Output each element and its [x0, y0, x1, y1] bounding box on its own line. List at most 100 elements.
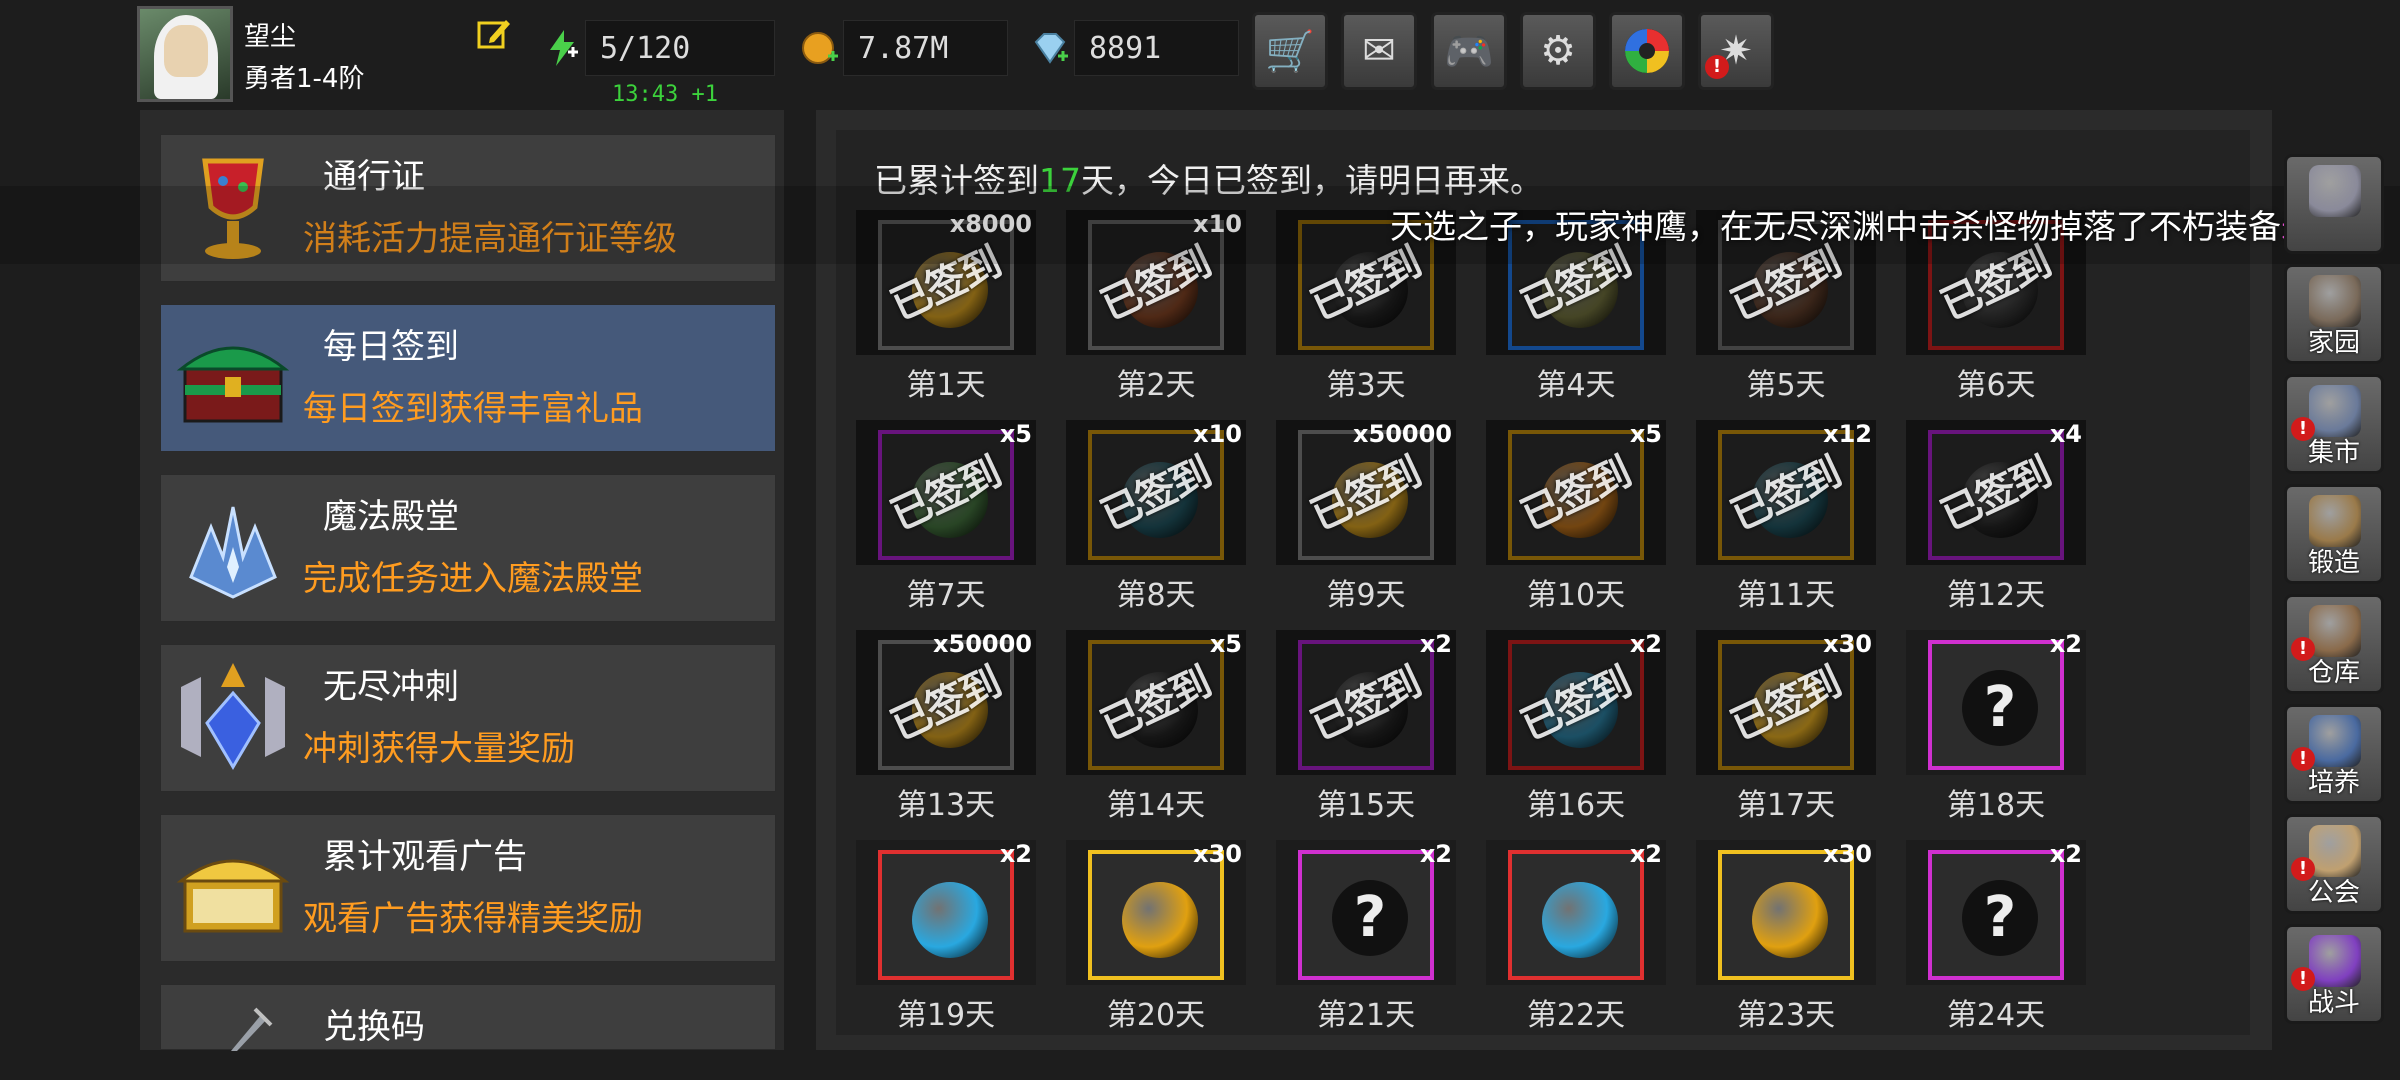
- gamepad-icon: 🎮: [1444, 28, 1494, 75]
- sidebar-button-锻造[interactable]: 锻造: [2284, 484, 2384, 584]
- reward-quantity: x30: [1823, 630, 1872, 658]
- reward-quantity: x12: [1823, 420, 1872, 448]
- menu-title: 累计观看广告: [323, 837, 527, 877]
- reward-slot: x30: [1696, 840, 1876, 985]
- alert-badge: !: [2291, 967, 2315, 991]
- mystery-reward-icon: ?: [1332, 880, 1408, 956]
- color-wheel-button[interactable]: [1609, 12, 1685, 90]
- reward-item-icon: [1752, 882, 1828, 958]
- day-label: 第13天: [896, 788, 996, 823]
- color-wheel-icon: [1625, 29, 1669, 73]
- signin-day-cell[interactable]: 已签到 x4 第12天: [1906, 420, 2086, 615]
- shop-button[interactable]: 🛒: [1252, 12, 1328, 90]
- sidebar-button-profile[interactable]: [2284, 154, 2384, 254]
- reward-slot: ? x2: [1906, 840, 2086, 985]
- reward-quantity: x5: [999, 420, 1032, 448]
- reward-slot: 已签到 x50000: [856, 630, 1036, 775]
- menu-item-watch-ads[interactable]: 累计观看广告 观看广告获得精美奖励: [160, 814, 776, 962]
- reward-slot: 已签到 x5: [856, 420, 1036, 565]
- menu-item-daily-signin[interactable]: 每日签到 每日签到获得丰富礼品: [160, 304, 776, 452]
- signin-day-cell[interactable]: x30 第23天: [1696, 840, 1876, 1035]
- signin-day-cell[interactable]: ? x2 第24天: [1906, 840, 2086, 1035]
- reward-item-icon: [1542, 882, 1618, 958]
- signin-day-cell[interactable]: ? x2 第21天: [1276, 840, 1456, 1035]
- day-label: 第9天: [1326, 578, 1406, 613]
- broadcast-marquee: 天选之子，玩家神鹰，在无尽深渊中击杀怪物掉落了不朽装备永: [1390, 207, 2314, 246]
- gold-chest-icon: [176, 859, 290, 933]
- day-label: 第14天: [1106, 788, 1206, 823]
- reward-slot: ? x2: [1906, 630, 2086, 775]
- reward-quantity: x2: [999, 840, 1032, 868]
- signin-day-cell[interactable]: x2 第22天: [1486, 840, 1666, 1035]
- reward-quantity: x50000: [933, 630, 1032, 658]
- signin-day-cell[interactable]: 已签到 x5 第14天: [1066, 630, 1246, 825]
- castle-icon: [2309, 275, 2361, 327]
- crystal-shield-icon: [181, 663, 285, 770]
- reward-frame: ?: [1928, 640, 2064, 770]
- reward-slot: x2: [856, 840, 1036, 985]
- day-label: 第12天: [1946, 578, 2046, 613]
- reward-slot: 已签到 x2: [1276, 630, 1456, 775]
- settings-button[interactable]: ⚙: [1520, 12, 1596, 90]
- sidebar-label: 家园: [2307, 328, 2360, 358]
- signin-day-cell[interactable]: 已签到 x5 第10天: [1486, 420, 1666, 615]
- guild-icon: [2309, 825, 2361, 877]
- signin-day-cell[interactable]: ? x2 第18天: [1906, 630, 2086, 825]
- sidebar-button-仓库[interactable]: 仓库!: [2284, 594, 2384, 694]
- reward-slot: 已签到 x4: [1906, 420, 2086, 565]
- alert-badge: !: [2291, 857, 2315, 881]
- signin-day-cell[interactable]: 已签到 x10 第8天: [1066, 420, 1246, 615]
- day-label: 第10天: [1526, 578, 1626, 613]
- sidebar-button-培养[interactable]: 培养!: [2284, 704, 2384, 804]
- day-label: 第2天: [1116, 368, 1196, 403]
- day-label: 第20天: [1106, 998, 1206, 1033]
- edit-icon[interactable]: [476, 16, 512, 52]
- day-label: 第19天: [896, 998, 996, 1033]
- energy-value: 5/120: [585, 20, 775, 76]
- signin-day-cell[interactable]: 已签到 x50000 第13天: [856, 630, 1036, 825]
- day-label: 第15天: [1316, 788, 1416, 823]
- sidebar-label: 锻造: [2307, 548, 2360, 578]
- reward-slot: x30: [1066, 840, 1246, 985]
- firework-button[interactable]: ✷ !: [1698, 12, 1774, 90]
- reward-slot: 已签到 x30: [1696, 630, 1876, 775]
- portal-icon: [2309, 935, 2361, 987]
- sidebar-button-家园[interactable]: 家园: [2284, 264, 2384, 364]
- day-label: 第4天: [1536, 368, 1616, 403]
- reward-slot: 已签到 x10: [1066, 420, 1246, 565]
- alert-badge: !: [2291, 417, 2315, 441]
- reward-quantity: x2: [1629, 840, 1662, 868]
- menu-desc: 冲刺获得大量奖励: [303, 729, 575, 769]
- market-icon: [2309, 385, 2361, 437]
- reward-frame: ?: [1928, 850, 2064, 980]
- day-label: 第11天: [1736, 578, 1836, 613]
- menu-title: 魔法殿堂: [323, 497, 459, 537]
- menu-item-endless-sprint[interactable]: 无尽冲刺 冲刺获得大量奖励: [160, 644, 776, 792]
- signin-day-cell[interactable]: 已签到 x30 第17天: [1696, 630, 1876, 825]
- menu-item-redeem-code[interactable]: 兑换码: [160, 984, 776, 1051]
- sidebar-button-公会[interactable]: 公会!: [2284, 814, 2384, 914]
- signin-day-cell[interactable]: x2 第19天: [856, 840, 1036, 1035]
- sidebar-button-集市[interactable]: 集市!: [2284, 374, 2384, 474]
- gamepad-button[interactable]: 🎮: [1431, 12, 1507, 90]
- mail-button[interactable]: ✉: [1341, 12, 1417, 90]
- reward-quantity: x2: [2049, 630, 2082, 658]
- signin-day-cell[interactable]: 已签到 x2 第15天: [1276, 630, 1456, 825]
- reward-quantity: x30: [1193, 840, 1242, 868]
- signin-day-cell[interactable]: 已签到 x12 第11天: [1696, 420, 1876, 615]
- reward-quantity: x5: [1629, 420, 1662, 448]
- signin-day-cell[interactable]: 已签到 x2 第16天: [1486, 630, 1666, 825]
- menu-title: 每日签到: [323, 327, 459, 367]
- diamond-icon: [1034, 33, 1068, 64]
- day-label: 第7天: [906, 578, 986, 613]
- player-avatar[interactable]: [137, 6, 233, 102]
- menu-desc: 完成任务进入魔法殿堂: [303, 559, 643, 599]
- helmet-icon: [2309, 165, 2361, 217]
- signin-day-cell[interactable]: x30 第20天: [1066, 840, 1246, 1035]
- anvil-icon: [2309, 495, 2361, 547]
- menu-item-magic-hall[interactable]: 魔法殿堂 完成任务进入魔法殿堂: [160, 474, 776, 622]
- sidebar-button-战斗[interactable]: 战斗!: [2284, 924, 2384, 1024]
- signin-day-cell[interactable]: 已签到 x5 第7天: [856, 420, 1036, 615]
- signin-day-cell[interactable]: 已签到 x50000 第9天: [1276, 420, 1456, 615]
- reward-frame: ?: [1298, 850, 1434, 980]
